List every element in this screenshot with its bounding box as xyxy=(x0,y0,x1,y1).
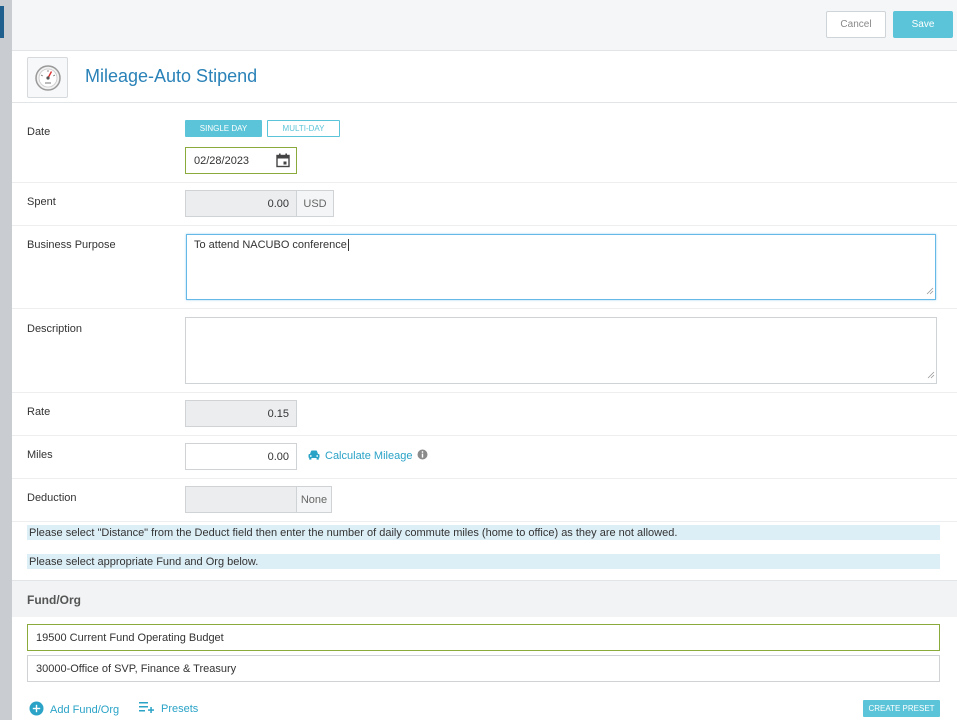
add-fund-org-link[interactable]: Add Fund/Org xyxy=(29,701,119,719)
spent-amount-field: 0.00 xyxy=(185,190,297,217)
rate-field: 0.15 xyxy=(185,400,297,427)
deduction-row: Deduction xyxy=(12,479,957,522)
deduct-type-select[interactable]: None xyxy=(296,486,332,513)
background-app-strip xyxy=(0,0,12,720)
multi-day-toggle[interactable]: MULTI-DAY xyxy=(267,120,340,137)
info-icon[interactable] xyxy=(417,449,428,463)
add-circle-icon xyxy=(29,701,44,719)
rate-label: Rate xyxy=(27,406,51,418)
fund-org-section-header: Fund/Org xyxy=(12,580,957,617)
date-row: Date xyxy=(12,103,957,183)
spent-row: Spent xyxy=(12,183,957,226)
currency-addon: USD xyxy=(296,190,334,217)
rate-row: Rate xyxy=(12,393,957,436)
expense-item-panel: Cancel Save Mileage-Auto Stipend Date SI… xyxy=(12,0,957,720)
deduction-label: Deduction xyxy=(27,492,77,504)
presets-link[interactable]: Presets xyxy=(139,701,198,716)
fund-org-title: Fund/Org xyxy=(27,593,81,607)
miles-row: Miles xyxy=(12,436,957,479)
page-title: Mileage-Auto Stipend xyxy=(85,66,258,86)
text-cursor xyxy=(347,239,349,251)
fund-select[interactable]: 19500 Current Fund Operating Budget xyxy=(27,624,940,651)
cancel-button[interactable]: Cancel xyxy=(826,11,886,38)
speedometer-icon xyxy=(27,57,68,98)
date-value: 02/28/2023 xyxy=(194,154,250,167)
spent-label: Spent xyxy=(27,196,56,208)
notice-fund-org: Please select appropriate Fund and Org b… xyxy=(27,554,940,569)
miles-input[interactable]: 0.00 xyxy=(185,443,297,470)
save-button[interactable]: Save xyxy=(893,11,953,38)
business-purpose-label: Business Purpose xyxy=(27,239,116,251)
add-fund-org-label: Add Fund/Org xyxy=(50,704,120,716)
miles-label: Miles xyxy=(27,449,53,461)
car-icon xyxy=(308,450,320,463)
single-day-toggle[interactable]: SINGLE DAY xyxy=(185,120,262,137)
presets-label: Presets xyxy=(161,702,199,715)
business-purpose-textarea[interactable]: To attend NACUBO conference xyxy=(186,234,936,300)
date-field[interactable]: 02/28/2023 xyxy=(185,147,297,174)
resize-grip-icon[interactable] xyxy=(927,370,935,382)
date-label: Date xyxy=(27,126,51,138)
description-textarea[interactable] xyxy=(185,317,937,384)
calendar-icon[interactable] xyxy=(276,153,290,171)
create-preset-button[interactable]: CREATE PRESET xyxy=(863,700,940,717)
calculate-mileage-link[interactable]: Calculate Mileage xyxy=(308,449,428,463)
playlist-add-icon xyxy=(139,701,155,716)
deduction-amount-field xyxy=(185,486,297,513)
org-select[interactable]: 30000-Office of SVP, Finance & Treasury xyxy=(27,655,940,682)
calculate-mileage-label: Calculate Mileage xyxy=(325,450,413,462)
resize-grip-icon[interactable] xyxy=(926,286,934,298)
panel-header: Mileage-Auto Stipend xyxy=(12,51,957,103)
description-label: Description xyxy=(27,323,83,335)
notice-deduction: Please select "Distance" from the Deduct… xyxy=(27,525,940,540)
business-purpose-value: To attend NACUBO conference xyxy=(194,239,347,251)
panel-toolbar: Cancel Save xyxy=(12,0,957,51)
background-accent-bar xyxy=(0,6,4,38)
